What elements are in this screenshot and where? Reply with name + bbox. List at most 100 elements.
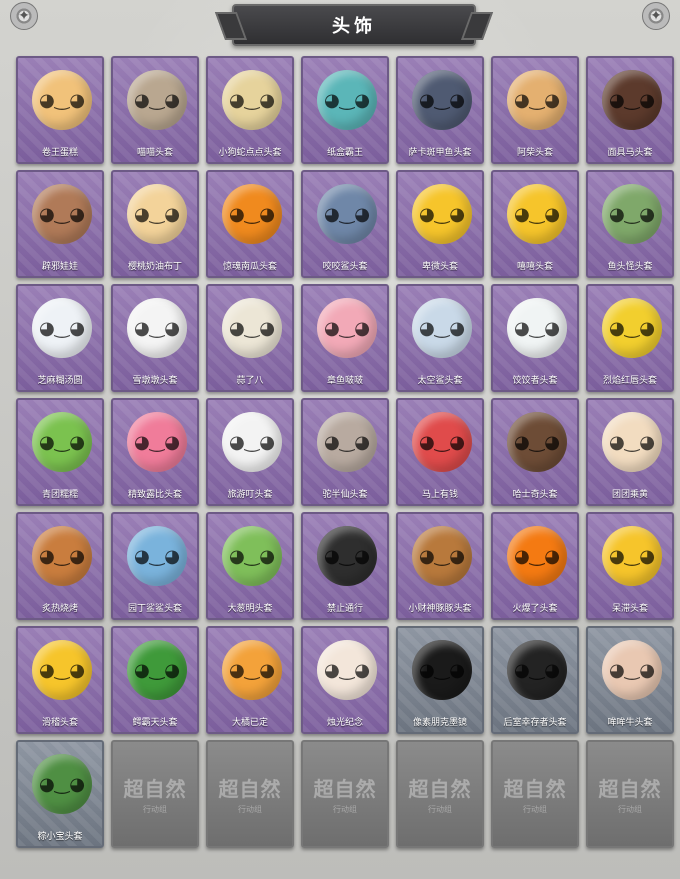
rune-icon: ✦ <box>10 2 38 30</box>
headwear-label: 哞哞牛头套 <box>607 718 653 728</box>
headwear-card[interactable]: ◕‿◕ 哈士奇头套 <box>491 398 579 506</box>
headwear-card[interactable]: ◕‿◕ 后室幸存者头套 <box>491 626 579 734</box>
duck-icon: ◕‿◕ <box>222 412 282 472</box>
headwear-label: 喵喵头套 <box>136 148 173 158</box>
headwear-card[interactable]: ◕‿◕ 园丁鲨鲨头套 <box>111 512 199 620</box>
headwear-card[interactable]: ◕‿◕ 蒜了八 <box>206 284 294 392</box>
headwear-card[interactable]: ◕‿◕ 大葱明头套 <box>206 512 294 620</box>
headwear-label: 蒜了八 <box>236 376 264 386</box>
headwear-card[interactable]: ◕‿◕ 阿柴头套 <box>491 56 579 164</box>
blue-shark-icon: ◕‿◕ <box>127 526 187 586</box>
headwear-card[interactable]: ◕‿◕ 太空鲨头套 <box>396 284 484 392</box>
headwear-card[interactable]: ◕‿◕ 章鱼啵啵 <box>301 284 389 392</box>
headwear-label: 卑微头套 <box>421 262 458 272</box>
headwear-card[interactable]: ◕‿◕ 卑微头套 <box>396 170 484 278</box>
headwear-card[interactable]: ◕‿◕ 驼半仙头套 <box>301 398 389 506</box>
headwear-label: 哈士奇头套 <box>512 490 558 500</box>
garlic-icon: ◕‿◕ <box>222 298 282 358</box>
empty-slot[interactable]: 超自然 行动组 <box>301 740 389 848</box>
empty-slot[interactable]: 超自然 行动组 <box>491 740 579 848</box>
headwear-card[interactable]: ◕‿◕ 雪墩墩头套 <box>111 284 199 392</box>
dumpling-icon: ◕‿◕ <box>32 298 92 358</box>
snowman-icon: ◕‿◕ <box>127 298 187 358</box>
headwear-card[interactable]: ◕‿◕ 鳄霸天头套 <box>111 626 199 734</box>
headwear-card[interactable]: ◕‿◕ 鱼头怪头套 <box>586 170 674 278</box>
headwear-label: 雪墩墩头套 <box>132 376 178 386</box>
headwear-card[interactable]: ◕‿◕ 精致露比头套 <box>111 398 199 506</box>
headwear-card[interactable]: ◕‿◕ 烈焰红唇头套 <box>586 284 674 392</box>
fish-icon: ◕‿◕ <box>412 70 472 130</box>
headwear-card[interactable]: ◕‿◕ 小狗蛇点点头套 <box>206 56 294 164</box>
headwear-card[interactable]: ◕‿◕ 辟邪娃娃 <box>16 170 104 278</box>
headwear-grid: ◕‿◕ 卷王蛋糕 ◕‿◕ 喵喵头套 ◕‿◕ 小狗蛇点点头套 ◕‿◕ 纸盒霸王 ◕‿◕ 萨卡斑甲鱼头… <box>16 56 674 850</box>
headwear-card[interactable]: ◕‿◕ 小财神豚豚头套 <box>396 512 484 620</box>
headwear-card[interactable]: ◕‿◕ 粽小宝头套 <box>16 740 104 848</box>
headwear-card[interactable]: ◕‿◕ 旅游叮头套 <box>206 398 294 506</box>
headwear-card[interactable]: ◕‿◕ 哞哞牛头套 <box>586 626 674 734</box>
headwear-card[interactable]: ◕‿◕ 马上有钱 <box>396 398 484 506</box>
headwear-card[interactable]: ◕‿◕ 烛光纪念 <box>301 626 389 734</box>
headwear-label: 马上有钱 <box>421 490 458 500</box>
gas-mask-icon: ◕‿◕ <box>507 640 567 700</box>
pumpkin-icon: ◕‿◕ <box>222 184 282 244</box>
headwear-card[interactable]: ◕‿◕ 萨卡斑甲鱼头套 <box>396 56 484 164</box>
crocodile-icon: ◕‿◕ <box>127 640 187 700</box>
headwear-card[interactable]: ◕‿◕ 面具马头套 <box>586 56 674 164</box>
watermark-subtitle: 行动组 <box>238 805 262 814</box>
empty-slot[interactable]: 超自然 行动组 <box>111 740 199 848</box>
cloud-icon: ◕‿◕ <box>507 298 567 358</box>
headwear-card[interactable]: ◕‿◕ 嘻嘻头套 <box>491 170 579 278</box>
headwear-card[interactable]: ◕‿◕ 樱桃奶油布丁 <box>111 170 199 278</box>
page-title: 头饰 <box>332 16 376 37</box>
horse-red-icon: ◕‿◕ <box>412 412 472 472</box>
empty-slot[interactable]: 超自然 行动组 <box>206 740 294 848</box>
watermark-subtitle: 行动组 <box>523 805 547 814</box>
watermark-subtitle: 行动组 <box>428 805 452 814</box>
headwear-label: 鱼头怪头套 <box>607 262 653 272</box>
headwear-card[interactable]: ◕‿◕ 芝麻糊汤圆 <box>16 284 104 392</box>
dino-box-icon: ◕‿◕ <box>317 70 377 130</box>
headwear-label: 火爆了头套 <box>512 604 558 614</box>
headwear-card[interactable]: ◕‿◕ 惊魂南瓜头套 <box>206 170 294 278</box>
watermark-logo: 超自然 <box>218 777 282 801</box>
headwear-card[interactable]: ◕‿◕ 呆滞头套 <box>586 512 674 620</box>
horse-icon: ◕‿◕ <box>602 70 662 130</box>
headwear-label: 芝麻糊汤圆 <box>37 376 83 386</box>
headwear-label: 驼半仙头套 <box>322 490 368 500</box>
headwear-label: 樱桃奶油布丁 <box>127 262 182 272</box>
headwear-card[interactable]: ◕‿◕ 团团乘黄 <box>586 398 674 506</box>
headwear-label: 面具马头套 <box>607 148 653 158</box>
headwear-card[interactable]: ◕‿◕ 禁止通行 <box>301 512 389 620</box>
cow-icon: ◕‿◕ <box>602 640 662 700</box>
snake-dog-icon: ◕‿◕ <box>222 70 282 130</box>
headwear-label: 烈焰红唇头套 <box>602 376 657 386</box>
headwear-label: 旅游叮头套 <box>227 490 273 500</box>
empty-slot[interactable]: 超自然 行动组 <box>396 740 484 848</box>
headwear-label: 团团乘黄 <box>611 490 648 500</box>
headwear-label: 嘻嘻头套 <box>516 262 553 272</box>
traffic-cone-icon: ◕‿◕ <box>317 526 377 586</box>
headwear-card[interactable]: ◕‿◕ 饺饺者头套 <box>491 284 579 392</box>
empty-slot[interactable]: 超自然 行动组 <box>586 740 674 848</box>
watermark-logo: 超自然 <box>408 777 472 801</box>
watermark-subtitle: 行动组 <box>333 805 357 814</box>
headwear-card[interactable]: ◕‿◕ 青团糯糯 <box>16 398 104 506</box>
headwear-card[interactable]: ◕‿◕ 喵喵头套 <box>111 56 199 164</box>
headwear-label: 大葱明头套 <box>227 604 273 614</box>
watermark-logo: 超自然 <box>598 777 662 801</box>
emoji-grin-icon: ◕‿◕ <box>507 184 567 244</box>
headwear-card[interactable]: ◕‿◕ 咬咬鲨头套 <box>301 170 389 278</box>
headwear-label: 太空鲨头套 <box>417 376 463 386</box>
headwear-card[interactable]: ◕‿◕ 火爆了头套 <box>491 512 579 620</box>
headwear-card[interactable]: ◕‿◕ 滑稽头套 <box>16 626 104 734</box>
headwear-card[interactable]: ◕‿◕ 大橘已定 <box>206 626 294 734</box>
space-shark-icon: ◕‿◕ <box>412 298 472 358</box>
headwear-label: 辟邪娃娃 <box>41 262 78 272</box>
headwear-card[interactable]: ◕‿◕ 纸盒霸王 <box>301 56 389 164</box>
headwear-card[interactable]: ◕‿◕ 像素朋克墨镜 <box>396 626 484 734</box>
headwear-card[interactable]: ◕‿◕ 炙热烧烤 <box>16 512 104 620</box>
bbq-icon: ◕‿◕ <box>32 526 92 586</box>
headwear-label: 鳄霸天头套 <box>132 718 178 728</box>
headwear-card[interactable]: ◕‿◕ 卷王蛋糕 <box>16 56 104 164</box>
ruby-icon: ◕‿◕ <box>127 412 187 472</box>
